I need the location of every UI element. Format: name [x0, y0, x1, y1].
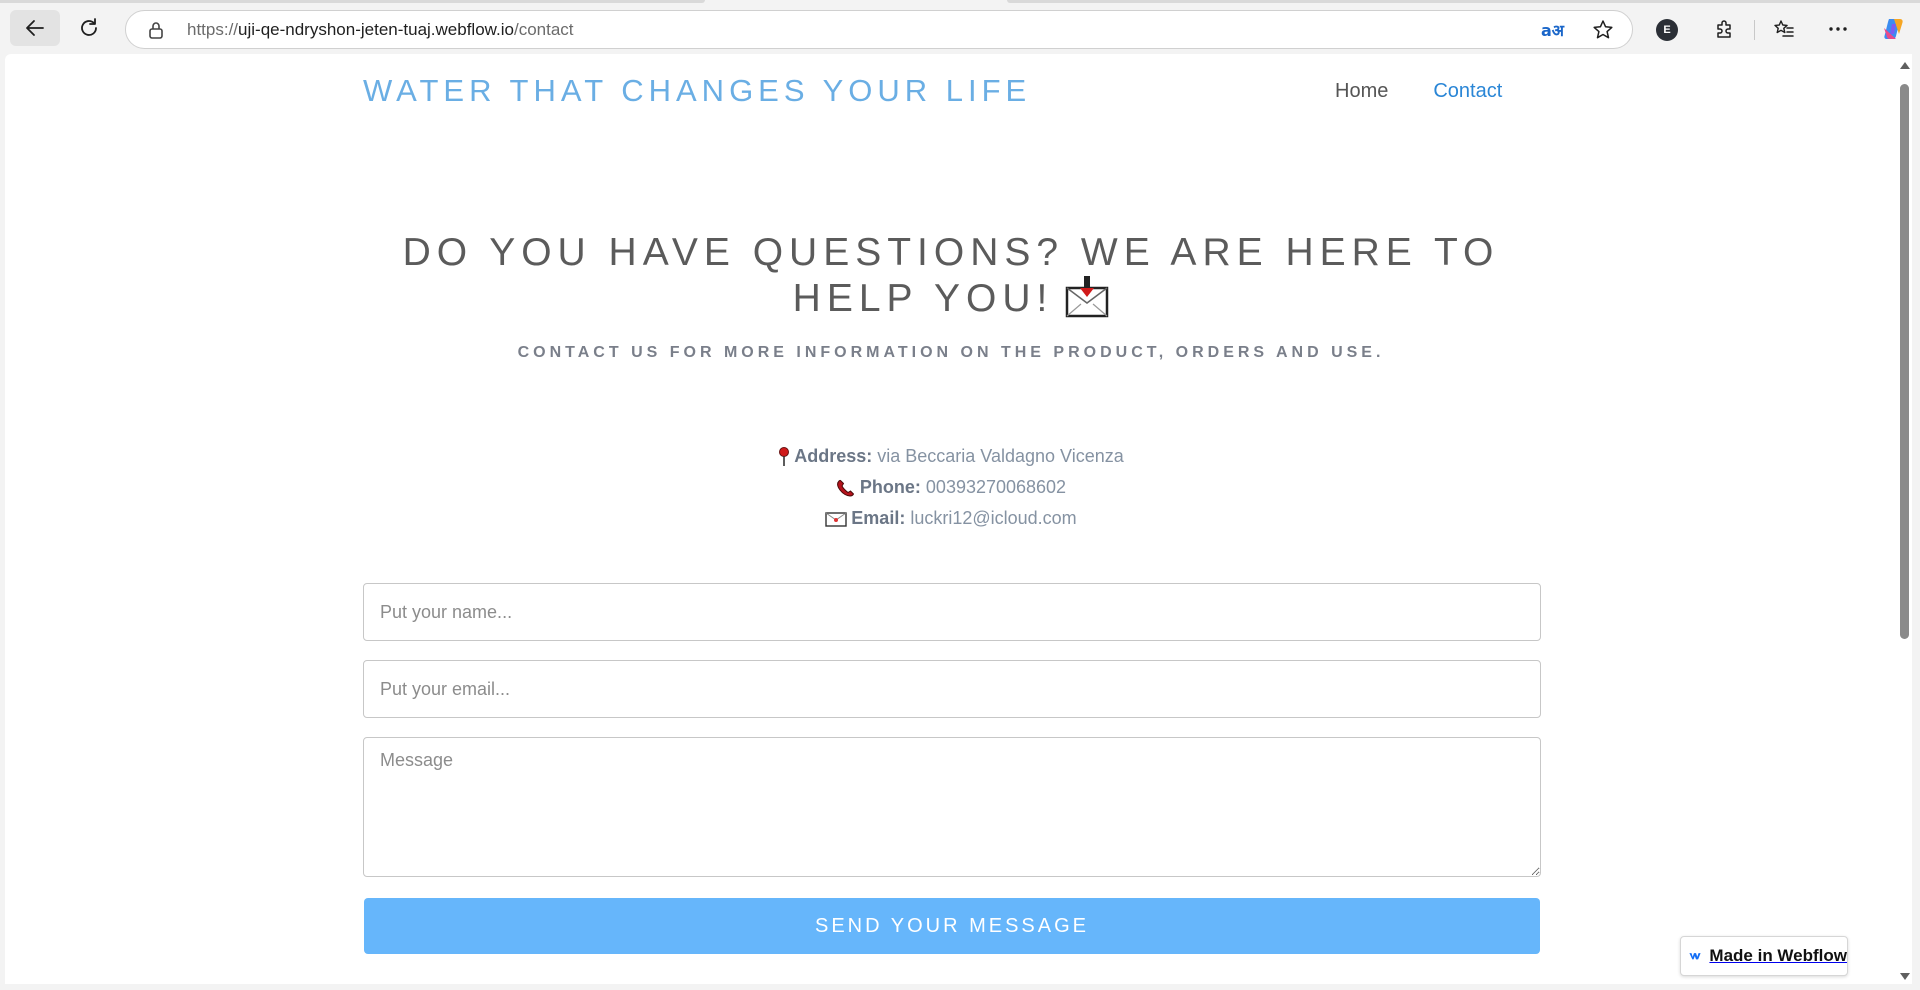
tab-left[interactable] [0, 0, 705, 3]
made-in-webflow-badge[interactable]: Made in Webflow [1680, 936, 1848, 976]
more-menu-button[interactable] [1827, 18, 1849, 40]
message-textarea[interactable] [363, 737, 1541, 877]
page-scrollbar[interactable] [1897, 54, 1912, 984]
scroll-down-arrow[interactable] [1900, 973, 1910, 980]
name-input[interactable] [363, 583, 1541, 641]
more-dots-icon [1829, 27, 1847, 31]
address-label: Address: [794, 446, 873, 466]
favorites-button[interactable] [1773, 18, 1795, 40]
envelope-incoming-icon [1066, 275, 1109, 317]
url-path: /contact [513, 20, 574, 39]
email-label: Email: [851, 508, 906, 528]
email-input[interactable] [363, 660, 1541, 718]
email-envelope-icon [825, 512, 847, 527]
nav-home-link[interactable]: Home [1335, 80, 1388, 103]
site-nav: Home Contact [1335, 80, 1502, 103]
badge-label: Made in Webflow [1709, 946, 1847, 965]
tab-right[interactable] [1007, 0, 1920, 3]
phone-row: Phone: 00393270068602 [363, 472, 1539, 503]
address-bar[interactable]: https://uji-qe-ndryshon-jeten-tuaj.webfl… [125, 10, 1633, 49]
lock-icon[interactable] [148, 21, 164, 39]
url-scheme: https:// [187, 20, 239, 39]
copilot-icon [1884, 19, 1903, 39]
nav-contact-link[interactable]: Contact [1433, 80, 1502, 103]
email-row: Email: luckri12@icloud.com [363, 503, 1539, 534]
back-button[interactable] [10, 10, 60, 46]
phone-label: Phone: [859, 477, 921, 497]
arrow-left-icon [26, 20, 44, 36]
telephone-receiver-icon [837, 480, 855, 497]
scroll-up-arrow[interactable] [1900, 62, 1910, 69]
puzzle-icon [1717, 20, 1731, 38]
phone-value: 00393270068602 [925, 477, 1067, 497]
translate-icon[interactable]: aअ [1541, 19, 1564, 41]
send-message-button[interactable]: SEND YOUR MESSAGE [364, 898, 1540, 954]
site-brand[interactable]: WATER THAT CHANGES YOUR LIFE [363, 73, 1031, 109]
site-header: WATER THAT CHANGES YOUR LIFE Home Contac… [5, 54, 1897, 124]
extensions-button[interactable] [1714, 18, 1736, 40]
copilot-button[interactable] [1880, 16, 1906, 42]
contact-form: SEND YOUR MESSAGE [363, 583, 1541, 954]
url-text[interactable]: https://uji-qe-ndryshon-jeten-tuaj.webfl… [187, 20, 574, 40]
profile-avatar[interactable]: E [1656, 19, 1678, 41]
address-value: via Beccaria Valdagno Vicenza [877, 446, 1124, 466]
hero-section: DO YOU HAVE QUESTIONS? WE ARE HERE TO HE… [363, 230, 1539, 362]
webflow-logo-icon [1689, 953, 1701, 960]
address-row: Address: via Beccaria Valdagno Vicenza [363, 441, 1539, 472]
email-value: luckri12@icloud.com [910, 508, 1077, 528]
reload-icon [81, 18, 97, 36]
reload-button[interactable] [64, 10, 114, 46]
hero-title-text: DO YOU HAVE QUESTIONS? WE ARE HERE TO HE… [402, 231, 1500, 320]
toolbar-separator [1754, 20, 1755, 40]
hero-subtitle: CONTACT US FOR MORE INFORMATION ON THE P… [517, 344, 1385, 361]
favorite-star-icon[interactable] [1592, 19, 1614, 41]
browser-toolbar: https://uji-qe-ndryshon-jeten-tuaj.webfl… [0, 4, 1920, 54]
hero-title: DO YOU HAVE QUESTIONS? WE ARE HERE TO HE… [363, 230, 1539, 322]
page-viewport: WATER THAT CHANGES YOUR LIFE Home Contac… [5, 54, 1897, 984]
pushpin-icon [779, 447, 790, 467]
scrollbar-thumb[interactable] [1900, 84, 1909, 639]
url-host: uji-qe-ndryshon-jeten-tuaj.webflow.io [238, 20, 514, 39]
favorites-list-icon [1774, 20, 1794, 37]
contact-info: Address: via Beccaria Valdagno Vicenza P… [363, 441, 1539, 534]
